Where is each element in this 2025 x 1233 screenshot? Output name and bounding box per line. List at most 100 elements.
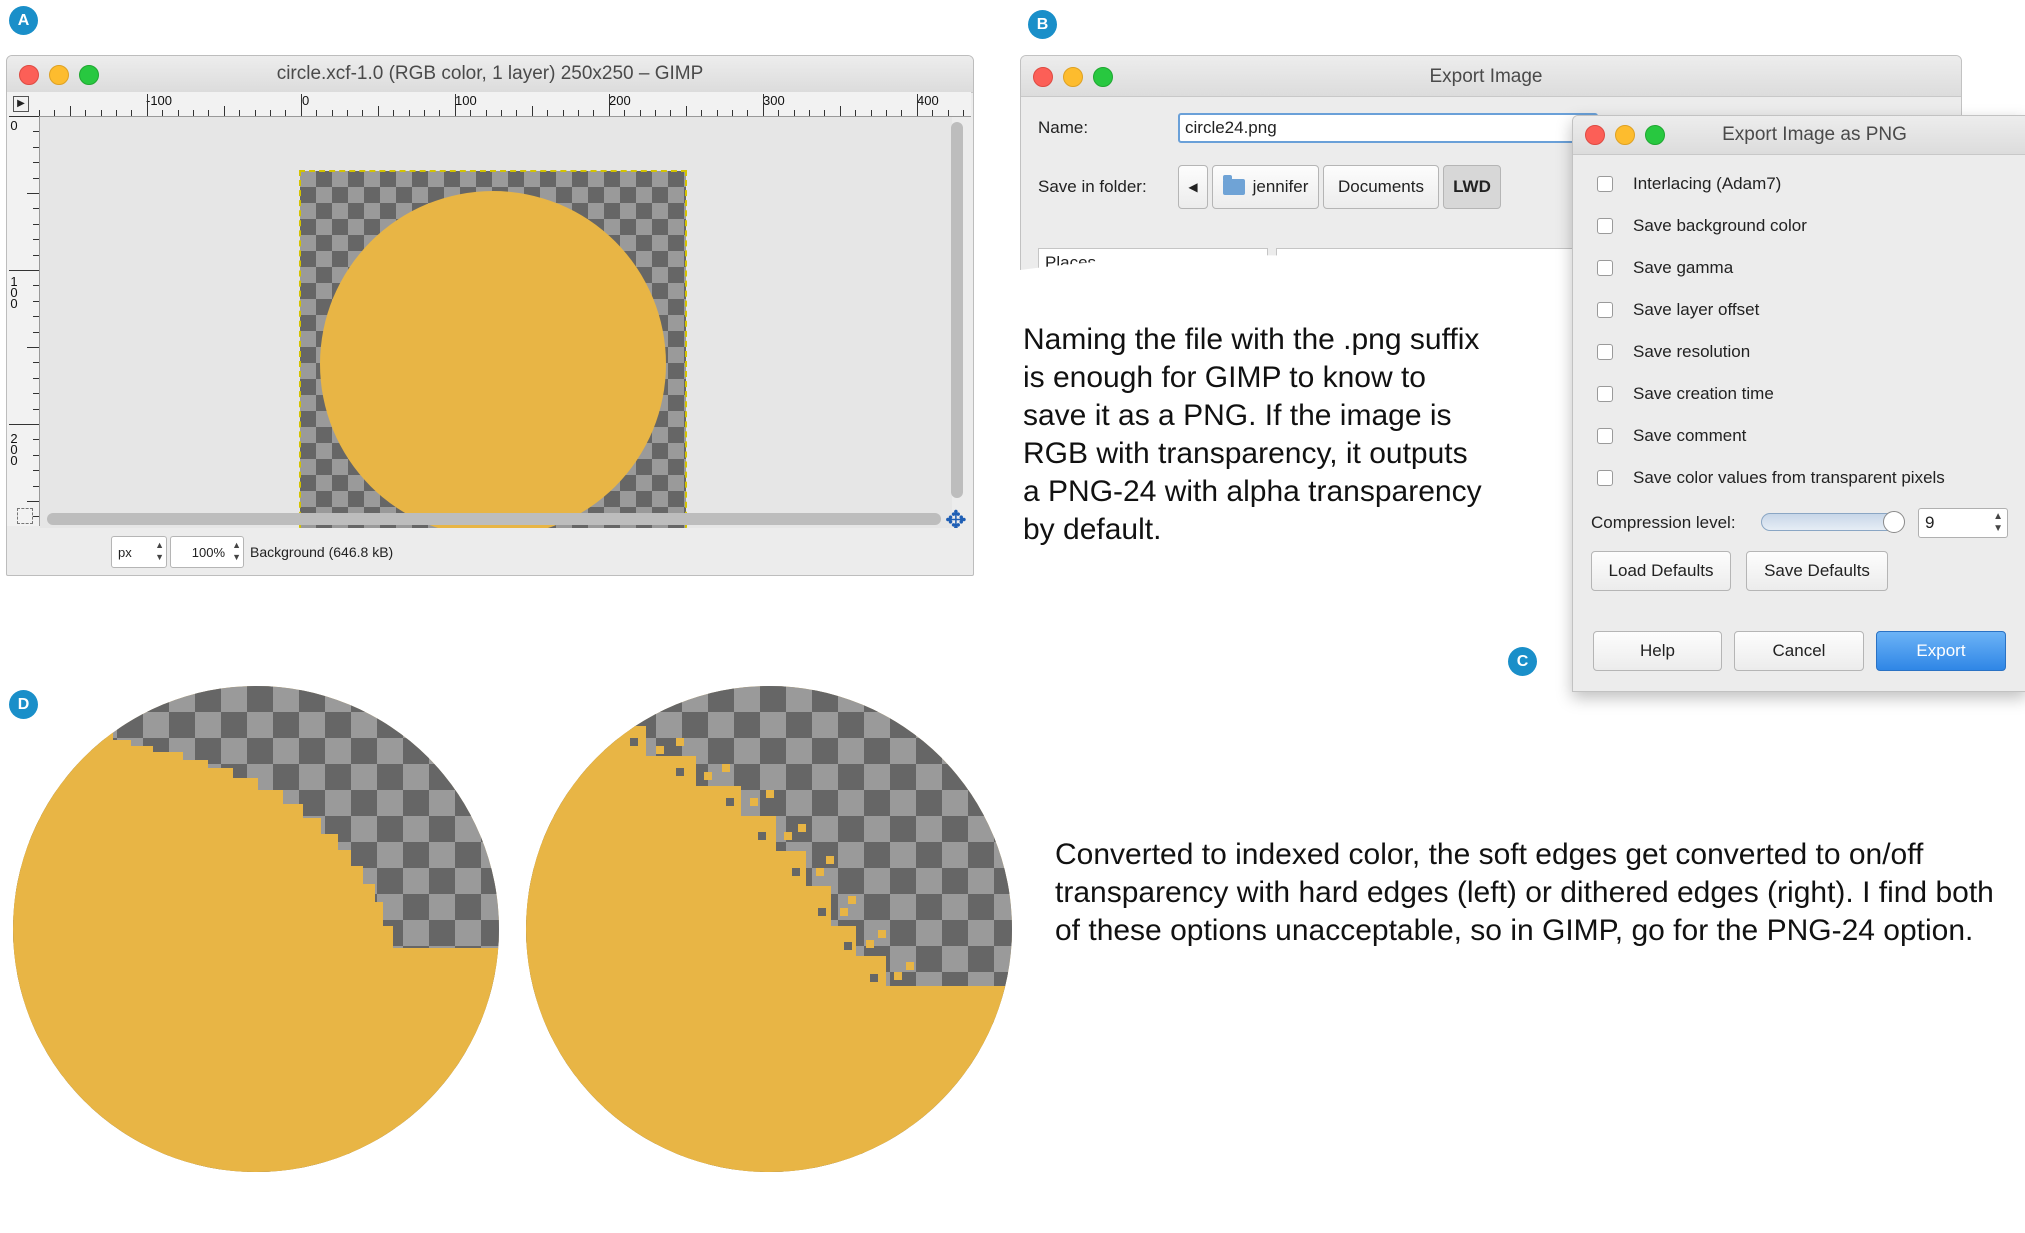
- gimp-window: circle.xcf-1.0 (RGB color, 1 layer) 250x…: [6, 55, 974, 576]
- option-save-gamma[interactable]: Save gamma: [1597, 258, 1733, 278]
- unit-selector[interactable]: px ▲ ▼: [111, 536, 167, 568]
- ruler-tick: [33, 485, 39, 487]
- ruler-tick: [33, 408, 39, 410]
- ruler-tick: [33, 362, 39, 364]
- option-label: Save background color: [1633, 216, 1807, 235]
- path-button-lwd[interactable]: LWD: [1443, 165, 1501, 209]
- name-label: Name:: [1038, 118, 1089, 137]
- checkbox[interactable]: [1597, 260, 1613, 276]
- path-label: Documents: [1338, 177, 1424, 196]
- ruler-tick: [33, 316, 39, 318]
- checkbox[interactable]: [1597, 470, 1613, 486]
- vertical-ruler[interactable]: 0 1 0 0 2 0 0: [7, 116, 40, 526]
- option-label: Save resolution: [1633, 342, 1751, 361]
- checkbox[interactable]: [1597, 302, 1613, 318]
- ruler-tick: [732, 110, 733, 116]
- ruler-tick: [177, 110, 179, 116]
- cancel-button[interactable]: Cancel: [1734, 631, 1864, 671]
- ruler-tick: [932, 110, 934, 116]
- checkbox[interactable]: [1597, 218, 1613, 234]
- option-save-creation-time[interactable]: Save creation time: [1597, 384, 1774, 404]
- ruler-tick: [639, 110, 641, 116]
- option-save-comment[interactable]: Save comment: [1597, 426, 1746, 446]
- close-icon[interactable]: [1585, 125, 1605, 145]
- ruler-tick: [624, 110, 626, 116]
- checkbox[interactable]: [1597, 176, 1613, 192]
- ruler-tick: [547, 110, 549, 116]
- spinner-arrows-icon[interactable]: ▲ ▼: [155, 539, 164, 563]
- ruler-tick: [146, 94, 148, 116]
- ruler-tick: [33, 454, 39, 456]
- zoom-selector[interactable]: 100% ▲ ▼: [170, 536, 244, 568]
- ruler-tick: [131, 110, 133, 116]
- hard-edge-fill: [13, 686, 499, 1172]
- slider-knob[interactable]: [1883, 511, 1905, 533]
- quick-mask-icon[interactable]: [17, 508, 33, 524]
- ruler-tick: [685, 106, 687, 116]
- png-titlebar: Export Image as PNG: [1573, 116, 2025, 155]
- compression-level-input[interactable]: 9 ▲ ▼: [1918, 508, 2008, 538]
- ruler-tick: [901, 110, 903, 116]
- save-in-folder-label: Save in folder:: [1038, 177, 1147, 196]
- horizontal-scrollbar[interactable]: [47, 513, 941, 525]
- vertical-scrollbar[interactable]: [951, 122, 963, 498]
- option-save-background-color[interactable]: Save background color: [1597, 216, 1807, 236]
- ruler-tick: [470, 110, 472, 116]
- option-label: Save comment: [1633, 426, 1747, 445]
- png-caption: Naming the file with the .png suffix is …: [1023, 323, 1482, 546]
- ruler-tick: [270, 110, 271, 116]
- image-canvas[interactable]: [40, 117, 952, 560]
- checkbox[interactable]: [1597, 344, 1613, 360]
- ruler-tick: [33, 223, 39, 225]
- checkbox[interactable]: [1597, 428, 1613, 444]
- ruler-tick: [408, 110, 410, 116]
- path-back-button[interactable]: ◀: [1178, 165, 1208, 209]
- zoom-value: 100%: [191, 544, 225, 560]
- export-png-dialog: Export Image as PNG Interlacing (Adam7) …: [1572, 115, 2025, 692]
- folder-icon: [1222, 175, 1245, 195]
- ruler-tick: [33, 131, 39, 133]
- unit-value: px: [118, 544, 132, 560]
- marker-a: A: [9, 6, 38, 35]
- option-save-transparent-color-values[interactable]: Save color values from transparent pixel…: [1597, 468, 1945, 488]
- ruler-tick: [516, 110, 518, 116]
- ruler-menu-button[interactable]: ▶: [7, 92, 39, 116]
- file-name-input[interactable]: circle24.png: [1178, 113, 1598, 143]
- option-save-resolution[interactable]: Save resolution: [1597, 342, 1750, 362]
- indexed-caption: Converted to indexed color, the soft edg…: [1055, 838, 1994, 947]
- triangle-right-icon: ▶: [13, 96, 29, 112]
- option-interlacing[interactable]: Interlacing (Adam7): [1597, 174, 1781, 194]
- ruler-tick: [33, 162, 39, 164]
- ruler-tick: [424, 110, 425, 116]
- ruler-tick: [254, 110, 256, 116]
- soft-edged-circle: [320, 191, 666, 537]
- export-button[interactable]: Export: [1876, 631, 2006, 671]
- save-defaults-button[interactable]: Save Defaults: [1746, 551, 1888, 591]
- ruler-tick: [331, 110, 333, 116]
- ruler-tick: [839, 106, 841, 116]
- ruler-tick: [855, 110, 857, 116]
- ruler-tick: [85, 110, 87, 116]
- ruler-tick: [33, 377, 39, 379]
- spinner-arrows-icon[interactable]: ▲ ▼: [1993, 511, 2003, 535]
- ruler-label: 200: [609, 93, 631, 108]
- gimp-titlebar: circle.xcf-1.0 (RGB color, 1 layer) 250x…: [7, 56, 973, 93]
- load-defaults-button[interactable]: Load Defaults: [1591, 551, 1731, 591]
- export-titlebar: Export Image: [1021, 56, 1961, 97]
- compression-slider[interactable]: [1761, 511, 1905, 533]
- ruler-label: 1 0 0: [10, 274, 18, 311]
- path-button-documents[interactable]: Documents: [1323, 165, 1439, 209]
- option-save-layer-offset[interactable]: Save layer offset: [1597, 300, 1759, 320]
- ruler-label: 100: [455, 93, 477, 108]
- ruler-tick: [824, 110, 826, 116]
- ruler-tick: [27, 501, 39, 502]
- help-button[interactable]: Help: [1593, 631, 1722, 671]
- ruler-tick: [69, 106, 71, 116]
- horizontal-ruler[interactable]: -100 0 100 200 300 400: [39, 92, 971, 117]
- ruler-tick: [54, 110, 56, 116]
- checkbox[interactable]: [1597, 386, 1613, 402]
- path-button-jennifer[interactable]: jennifer: [1212, 165, 1319, 209]
- ruler-tick: [239, 110, 241, 116]
- ruler-tick: [33, 393, 39, 395]
- spinner-arrows-icon[interactable]: ▲ ▼: [232, 539, 241, 563]
